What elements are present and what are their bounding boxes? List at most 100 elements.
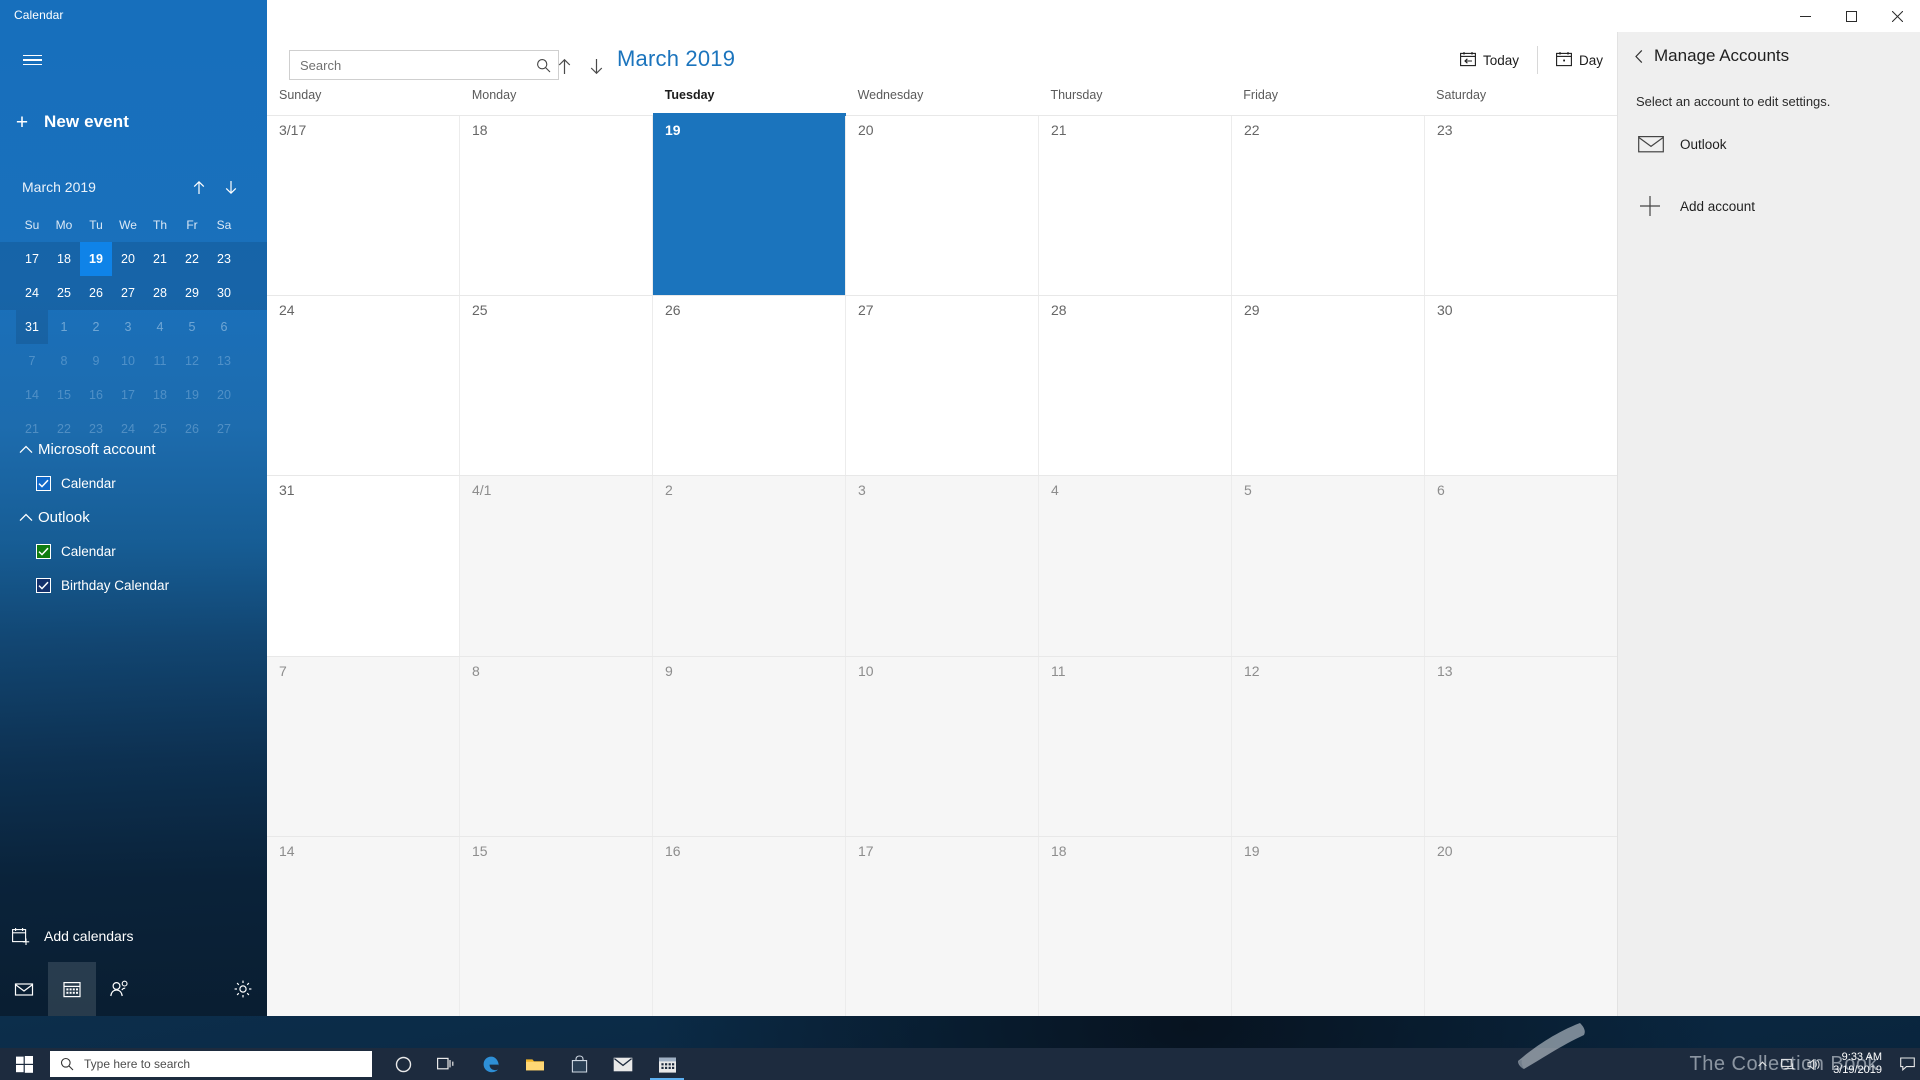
mini-calendar-next-arrow-down-icon[interactable] xyxy=(217,173,245,201)
calendar-checkbox[interactable] xyxy=(36,577,51,593)
mini-calendar-prev-arrow-up-icon[interactable] xyxy=(185,173,213,201)
mini-calendar-day[interactable]: 20 xyxy=(112,242,144,276)
mini-calendar-day[interactable]: 29 xyxy=(176,276,208,310)
calendar-day-cell[interactable]: 3/17 xyxy=(267,116,460,296)
mini-calendar-day[interactable]: 12 xyxy=(176,344,208,378)
mini-calendar-day[interactable]: 8 xyxy=(48,344,80,378)
mini-calendar-day[interactable]: 31 xyxy=(16,310,48,344)
mini-calendar-day[interactable]: 6 xyxy=(208,310,240,344)
mini-calendar-day[interactable]: 24 xyxy=(16,276,48,310)
search-box[interactable] xyxy=(289,50,559,80)
calendar-day-cell[interactable]: 27 xyxy=(846,296,1039,476)
calendar-day-cell[interactable]: 5 xyxy=(1232,476,1425,656)
mini-calendar-day[interactable]: 16 xyxy=(80,378,112,412)
file-explorer-icon[interactable] xyxy=(514,1048,556,1080)
calendar-day-cell[interactable]: 19 xyxy=(653,116,846,296)
calendar-day-cell[interactable]: 15 xyxy=(460,836,653,1017)
store-icon[interactable] xyxy=(558,1048,600,1080)
calendar-list-item[interactable]: Calendar xyxy=(0,466,267,500)
calendar-day-cell[interactable]: 13 xyxy=(1425,656,1617,836)
network-icon[interactable] xyxy=(1775,1058,1801,1071)
edge-icon[interactable] xyxy=(470,1048,512,1080)
calendar-list-item[interactable]: Calendar xyxy=(0,534,267,568)
people-icon[interactable] xyxy=(96,962,144,1016)
mini-calendar-day[interactable]: 23 xyxy=(208,242,240,276)
calendar-day-cell[interactable]: 11 xyxy=(1039,656,1232,836)
windows-start-icon[interactable] xyxy=(0,1048,48,1080)
calendar-icon[interactable] xyxy=(646,1048,688,1080)
cortana-icon[interactable] xyxy=(382,1048,424,1080)
calendar-checkbox[interactable] xyxy=(36,543,51,559)
calendar-day-cell[interactable]: 2 xyxy=(653,476,846,656)
calendar-day-cell[interactable]: 28 xyxy=(1039,296,1232,476)
mini-calendar-day[interactable]: 21 xyxy=(144,242,176,276)
maximize-button[interactable] xyxy=(1828,0,1874,32)
action-center-icon[interactable] xyxy=(1894,1057,1920,1071)
mini-calendar-day[interactable]: 15 xyxy=(48,378,80,412)
mini-calendar-day[interactable]: 30 xyxy=(208,276,240,310)
calendar-checkbox[interactable] xyxy=(36,475,51,491)
mini-calendar-day[interactable]: 19 xyxy=(176,378,208,412)
calendar-day-cell[interactable]: 18 xyxy=(1039,836,1232,1017)
calendar-list-item[interactable]: Birthday Calendar xyxy=(0,568,267,602)
mini-calendar-day[interactable]: 20 xyxy=(208,378,240,412)
calendar-day-cell[interactable]: 7 xyxy=(267,656,460,836)
today-button[interactable]: Today xyxy=(1446,44,1533,76)
chevron-left-icon[interactable] xyxy=(1624,49,1654,64)
show-hidden-icons-chevron[interactable] xyxy=(1749,1059,1775,1070)
calendar-day-cell[interactable]: 4 xyxy=(1039,476,1232,656)
account-group-header[interactable]: Microsoft account xyxy=(0,432,267,466)
calendar-day-cell[interactable]: 31 xyxy=(267,476,460,656)
mini-calendar-day[interactable]: 19 xyxy=(80,242,112,276)
taskbar-clock[interactable]: 9:33 AM 3/19/2019 xyxy=(1827,1051,1894,1077)
next-period-arrow-down-icon[interactable] xyxy=(582,52,610,80)
mail-icon[interactable] xyxy=(602,1048,644,1080)
task-view-icon[interactable] xyxy=(426,1048,468,1080)
calendar-day-cell[interactable]: 6 xyxy=(1425,476,1617,656)
calendar-day-cell[interactable]: 29 xyxy=(1232,296,1425,476)
mini-calendar-day[interactable]: 2 xyxy=(80,310,112,344)
mini-calendar-day[interactable]: 28 xyxy=(144,276,176,310)
mini-calendar-day[interactable]: 11 xyxy=(144,344,176,378)
calendar-day-cell[interactable]: 16 xyxy=(653,836,846,1017)
mini-calendar-day[interactable]: 26 xyxy=(80,276,112,310)
calendar-day-cell[interactable]: 20 xyxy=(1425,836,1617,1017)
calendar-day-cell[interactable]: 12 xyxy=(1232,656,1425,836)
add-calendars-button[interactable]: Add calendars xyxy=(0,918,267,954)
calendar-day-cell[interactable]: 22 xyxy=(1232,116,1425,296)
mini-calendar-day[interactable]: 25 xyxy=(48,276,80,310)
calendar-day-cell[interactable]: 14 xyxy=(267,836,460,1017)
mini-calendar-day[interactable]: 10 xyxy=(112,344,144,378)
mini-calendar-day[interactable]: 9 xyxy=(80,344,112,378)
mini-calendar-day[interactable]: 4 xyxy=(144,310,176,344)
calendar-day-cell[interactable]: 30 xyxy=(1425,296,1617,476)
account-group-header[interactable]: Outlook xyxy=(0,500,267,534)
calendar-day-cell[interactable]: 20 xyxy=(846,116,1039,296)
calendar-day-cell[interactable]: 17 xyxy=(846,836,1039,1017)
calendar-day-cell[interactable]: 10 xyxy=(846,656,1039,836)
add-account-button[interactable]: Add account xyxy=(1618,179,1920,233)
calendar-day-cell[interactable]: 24 xyxy=(267,296,460,476)
mini-calendar-day[interactable]: 13 xyxy=(208,344,240,378)
calendar-day-cell[interactable]: 9 xyxy=(653,656,846,836)
mini-calendar-day[interactable]: 3 xyxy=(112,310,144,344)
volume-icon[interactable] xyxy=(1801,1058,1827,1071)
view-selector-button[interactable]: Day xyxy=(1542,44,1617,76)
account-item-outlook[interactable]: Outlook xyxy=(1618,117,1920,171)
mini-calendar-day[interactable]: 14 xyxy=(16,378,48,412)
minimize-button[interactable] xyxy=(1782,0,1828,32)
hamburger-icon[interactable] xyxy=(8,40,56,80)
calendar-day-cell[interactable]: 23 xyxy=(1425,116,1617,296)
calendar-day-cell[interactable]: 4/1 xyxy=(460,476,653,656)
search-input[interactable] xyxy=(290,57,528,73)
mini-calendar-day[interactable]: 27 xyxy=(112,276,144,310)
calendar-day-cell[interactable]: 18 xyxy=(460,116,653,296)
calendar-day-cell[interactable]: 19 xyxy=(1232,836,1425,1017)
mini-calendar-day[interactable]: 18 xyxy=(144,378,176,412)
month-title[interactable]: March 2019 xyxy=(617,46,735,72)
mail-icon[interactable] xyxy=(0,962,48,1016)
calendar-icon[interactable] xyxy=(48,962,96,1016)
mini-calendar-day[interactable]: 18 xyxy=(48,242,80,276)
taskbar-search-box[interactable]: Type here to search xyxy=(50,1051,372,1077)
calendar-day-cell[interactable]: 21 xyxy=(1039,116,1232,296)
